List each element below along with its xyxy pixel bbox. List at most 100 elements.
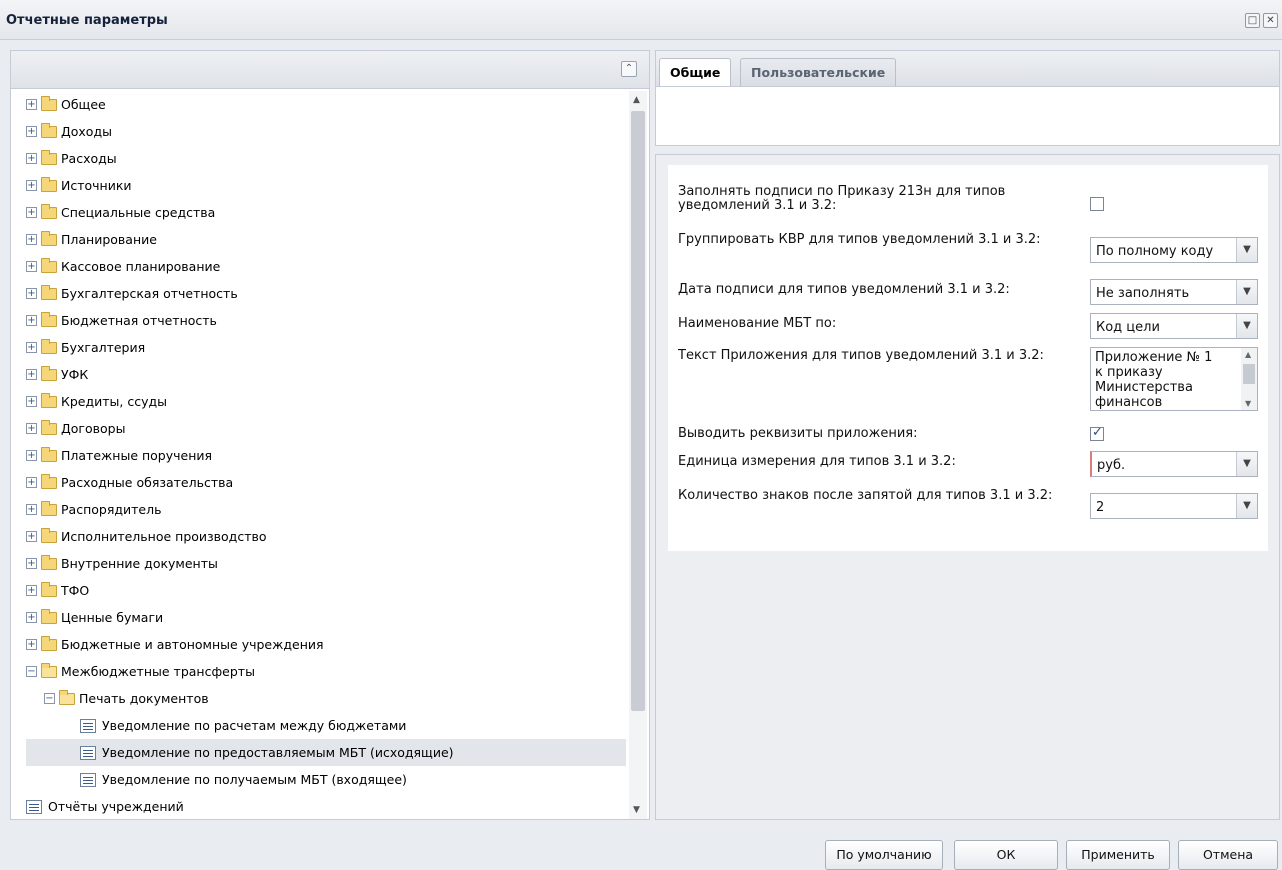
expand-node-icon[interactable]: +	[26, 639, 37, 650]
tree-folder[interactable]: + Бухгалтерская отчетность	[26, 280, 626, 307]
expand-node-icon[interactable]: +	[26, 126, 37, 137]
expand-node-icon[interactable]: +	[26, 99, 37, 110]
expand-node-icon[interactable]: +	[26, 207, 37, 218]
print-requisites-label: Выводить реквизиты приложения:	[678, 426, 918, 441]
tree-scrollbar[interactable]: ▲ ▼	[629, 91, 647, 819]
scrollbar-thumb[interactable]	[1243, 364, 1255, 384]
expand-node-icon[interactable]: +	[26, 585, 37, 596]
unit-label: Единица измерения для типов 3.1 и 3.2:	[678, 454, 956, 469]
tab-custom[interactable]: Пользовательские	[740, 58, 897, 87]
tree-report[interactable]: Уведомление по расчетам между бюджетами	[26, 712, 626, 739]
tree-folder[interactable]: + Бухгалтерия	[26, 334, 626, 361]
folder-icon	[41, 392, 57, 408]
expand-node-icon[interactable]: +	[26, 396, 37, 407]
expand-node-icon[interactable]: +	[26, 477, 37, 488]
expand-node-icon[interactable]: +	[26, 261, 37, 272]
expand-node-icon[interactable]: +	[26, 450, 37, 461]
maximize-icon[interactable]: □	[1245, 13, 1260, 28]
report-tree: + Общее + Доходы + Расходы + Источники + Специаль…	[26, 91, 626, 819]
tab-body	[655, 86, 1280, 146]
folder-icon	[41, 635, 57, 651]
scroll-up-icon[interactable]: ▲	[1245, 350, 1251, 359]
collapse-panel-icon[interactable]: ⌃	[621, 61, 637, 77]
tree-folder[interactable]: + Расходы	[26, 145, 626, 172]
expand-node-icon[interactable]: +	[26, 558, 37, 569]
expand-node-icon[interactable]: +	[26, 612, 37, 623]
tree-folder[interactable]: + Платежные поручения	[26, 442, 626, 469]
tree-folder[interactable]: + Кассовое планирование	[26, 253, 626, 280]
tab-general[interactable]: Общие	[659, 58, 732, 87]
mbt-name-value: Код цели	[1096, 320, 1160, 335]
expand-node-icon[interactable]: +	[26, 288, 37, 299]
tree-item-label: Бухгалтерская отчетность	[61, 286, 238, 301]
tree-folder[interactable]: + Источники	[26, 172, 626, 199]
signatures-213n-checkbox[interactable]	[1090, 197, 1104, 211]
expand-node-icon[interactable]: +	[26, 342, 37, 353]
tree-folder[interactable]: + Исполнительное производство	[26, 523, 626, 550]
scroll-up-icon[interactable]: ▲	[633, 95, 640, 105]
tree-folder[interactable]: + Планирование	[26, 226, 626, 253]
close-icon[interactable]: ✕	[1263, 13, 1278, 28]
expand-node-icon[interactable]: +	[26, 180, 37, 191]
group-kvr-select[interactable]: По полному коду ▼	[1090, 237, 1258, 263]
expand-node-icon[interactable]: +	[26, 234, 37, 245]
ok-button[interactable]: ОК	[954, 840, 1058, 870]
chevron-down-icon[interactable]: ▼	[1236, 494, 1257, 518]
chevron-down-icon[interactable]: ▼	[1236, 452, 1257, 476]
chevron-down-icon[interactable]: ▼	[1236, 238, 1257, 262]
folder-icon	[41, 662, 57, 678]
tree-report[interactable]: Уведомление по получаемым МБТ (входящее)	[26, 766, 626, 793]
tree-folder[interactable]: + Кредиты, ссуды	[26, 388, 626, 415]
tree-folder[interactable]: + Распорядитель	[26, 496, 626, 523]
sign-date-select[interactable]: Не заполнять ▼	[1090, 279, 1258, 305]
folder-icon	[41, 500, 57, 516]
scroll-down-icon[interactable]: ▼	[1245, 399, 1251, 408]
apply-button[interactable]: Применить	[1066, 840, 1170, 870]
default-button[interactable]: По умолчанию	[825, 840, 943, 870]
tree-report[interactable]: Отчёты учреждений	[26, 793, 626, 819]
tree-folder[interactable]: − Межбюджетные трансферты	[26, 658, 626, 685]
sign-date-label: Дата подписи для типов уведомлений 3.1 и…	[678, 282, 1010, 297]
chevron-down-icon[interactable]: ▼	[1236, 280, 1257, 304]
tree-item-label: Кассовое планирование	[61, 259, 221, 274]
expand-node-icon[interactable]: +	[26, 504, 37, 515]
expand-node-icon[interactable]: +	[26, 369, 37, 380]
cancel-button[interactable]: Отмена	[1178, 840, 1278, 870]
folder-icon	[41, 95, 57, 111]
unit-select[interactable]: руб. ▼	[1090, 451, 1258, 477]
collapse-node-icon[interactable]: −	[44, 693, 55, 704]
tree-item-label: Расходы	[61, 151, 117, 166]
tree-folder[interactable]: + Внутренние документы	[26, 550, 626, 577]
tree-folder[interactable]: + Бюджетные и автономные учреждения	[26, 631, 626, 658]
folder-icon	[41, 311, 57, 327]
textarea-scrollbar[interactable]: ▲ ▼	[1241, 348, 1257, 410]
expand-node-icon[interactable]: +	[26, 315, 37, 326]
print-requisites-checkbox[interactable]	[1090, 425, 1104, 441]
expand-node-icon[interactable]: +	[26, 153, 37, 164]
tree-item-label: Бухгалтерия	[61, 340, 146, 355]
decimal-places-select[interactable]: 2 ▼	[1090, 493, 1258, 519]
expand-node-icon[interactable]: +	[26, 531, 37, 542]
tree-folder[interactable]: + Договоры	[26, 415, 626, 442]
tree-folder[interactable]: + УФК	[26, 361, 626, 388]
tree-folder[interactable]: + Общее	[26, 91, 626, 118]
tree-folder[interactable]: + ТФО	[26, 577, 626, 604]
expand-node-icon[interactable]: +	[26, 423, 37, 434]
tree-folder[interactable]: + Ценные бумаги	[26, 604, 626, 631]
chevron-down-icon[interactable]: ▼	[1236, 314, 1257, 338]
tree-folder[interactable]: + Бюджетная отчетность	[26, 307, 626, 334]
tree-item-label: Общее	[61, 97, 106, 112]
scroll-down-icon[interactable]: ▼	[633, 805, 640, 815]
mbt-name-label: Наименование МБТ по:	[678, 316, 837, 331]
parameters-panel: Общие Пользовательские Заполнять подписи…	[655, 50, 1280, 820]
tree-folder[interactable]: + Доходы	[26, 118, 626, 145]
collapse-node-icon[interactable]: −	[26, 666, 37, 677]
tree-folder[interactable]: − Печать документов	[26, 685, 626, 712]
tree-report[interactable]: Уведомление по предоставляемым МБТ (исхо…	[26, 739, 626, 766]
tree-folder[interactable]: + Специальные средства	[26, 199, 626, 226]
report-icon	[80, 745, 96, 760]
appendix-text-area[interactable]: Приложение № 1 к приказу Министерства фи…	[1090, 347, 1258, 411]
mbt-name-select[interactable]: Код цели ▼	[1090, 313, 1258, 339]
tree-folder[interactable]: + Расходные обязательства	[26, 469, 626, 496]
scrollbar-thumb[interactable]	[631, 111, 645, 711]
